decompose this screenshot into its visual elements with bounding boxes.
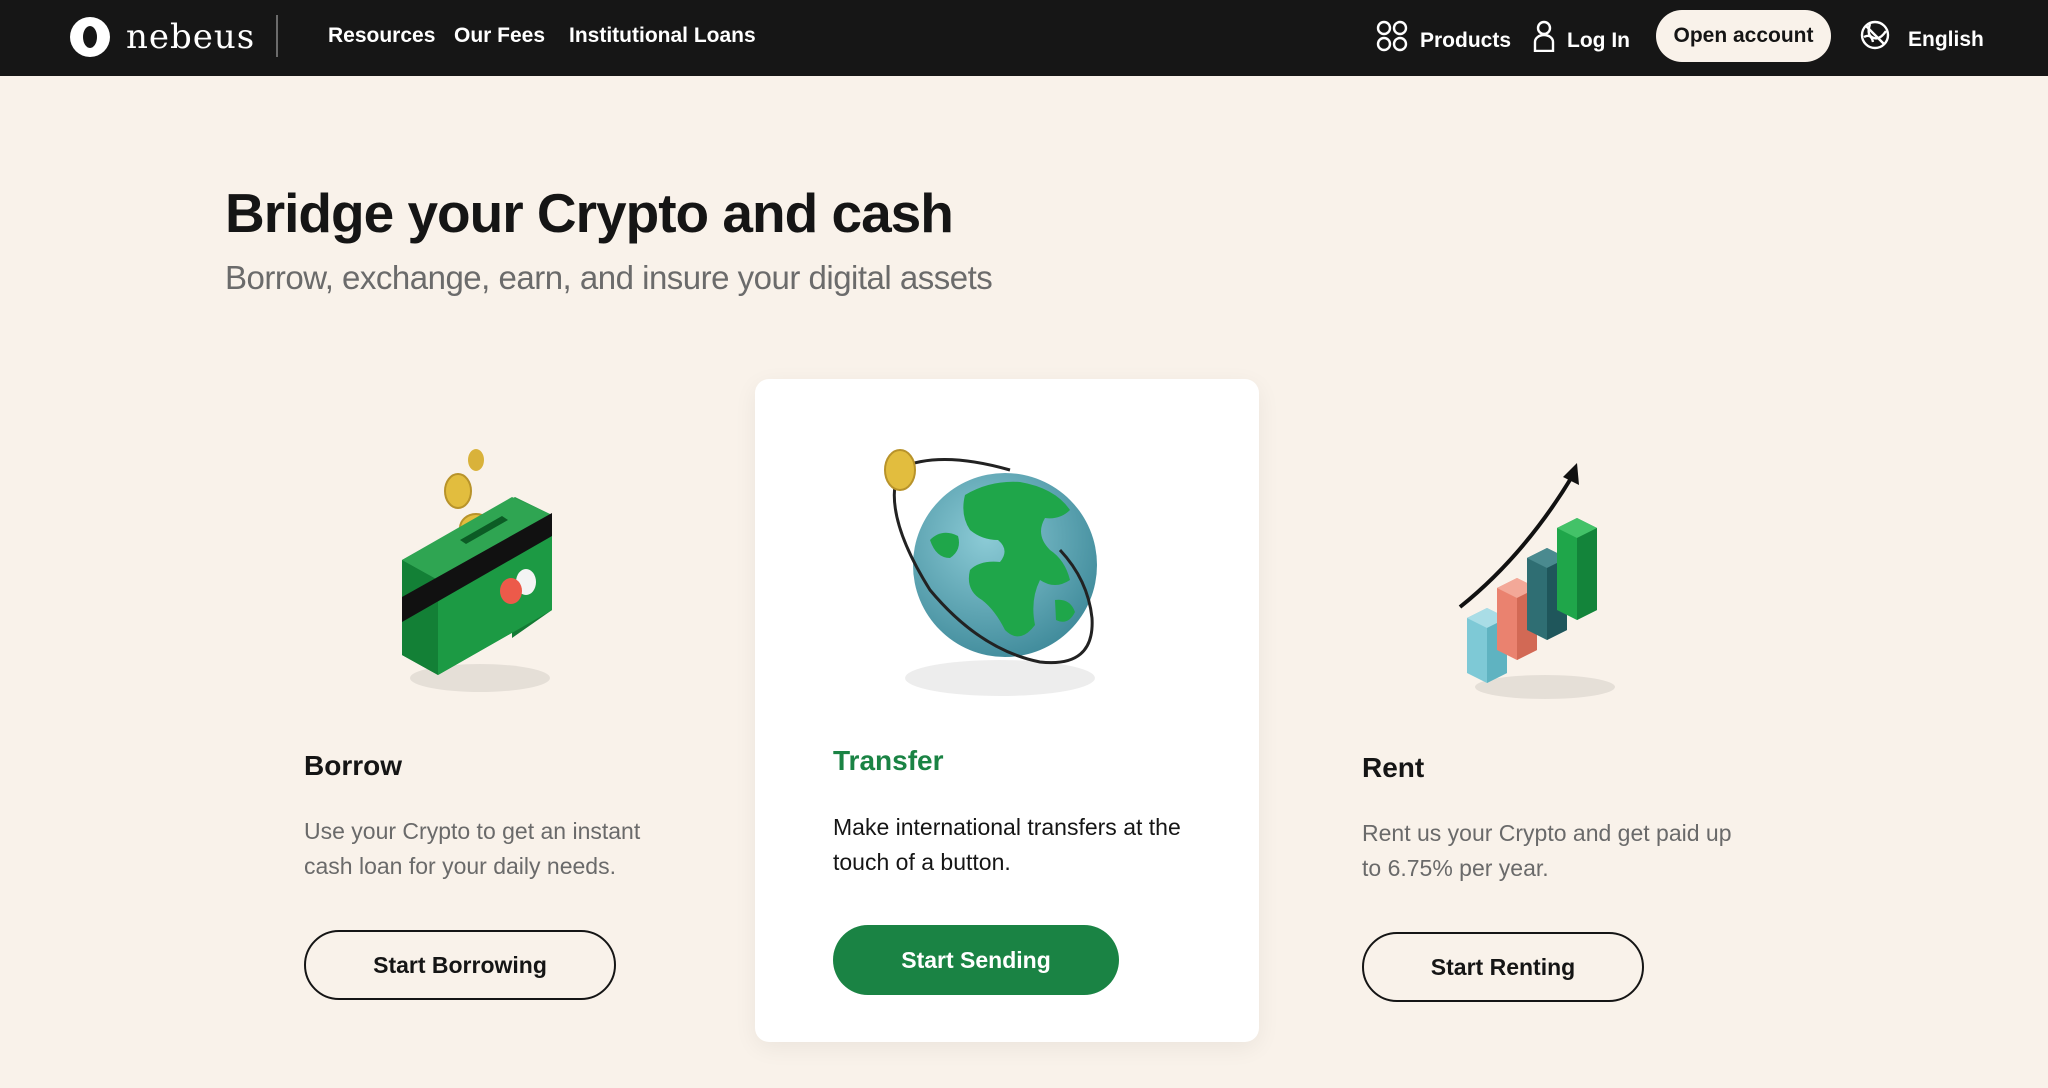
login-link[interactable]: Log In — [1533, 20, 1630, 62]
brand-logo[interactable]: nebeus — [70, 16, 255, 58]
language-label: English — [1908, 28, 1984, 51]
products-menu[interactable]: Products — [1376, 20, 1511, 62]
card-title-borrow: Borrow — [304, 750, 402, 781]
card-title-transfer: Transfer — [833, 745, 944, 776]
growth-chart-illustration — [1445, 455, 1645, 720]
top-navigation-bar: nebeus Resources Our Fees Institutional … — [0, 0, 2048, 76]
card-description-transfer: Make international transfers at the touc… — [833, 814, 1181, 875]
logo-mark-icon — [70, 17, 110, 57]
globe-icon — [1860, 20, 1890, 60]
products-label: Products — [1420, 29, 1512, 52]
nav-link-resources[interactable]: Resources — [328, 20, 435, 52]
language-selector[interactable]: English — [1860, 20, 1984, 60]
start-borrowing-button[interactable]: Start Borrowing — [304, 930, 616, 1000]
page-subtitle: Borrow, exchange, earn, and insure your … — [225, 259, 993, 296]
open-account-button[interactable]: Open account — [1656, 10, 1831, 62]
card-description-rent: Rent us your Crypto and get paid up to 6… — [1362, 820, 1732, 881]
nav-link-our-fees[interactable]: Our Fees — [454, 20, 545, 52]
card-description-borrow: Use your Crypto to get an instant cash l… — [304, 818, 641, 879]
brand-name: nebeus — [126, 17, 256, 57]
header-divider — [276, 15, 278, 57]
start-sending-button[interactable]: Start Sending — [833, 925, 1119, 995]
nav-link-institutional-loans[interactable]: Institutional Loans — [569, 20, 756, 52]
grid-icon — [1376, 20, 1408, 62]
login-label: Log In — [1567, 29, 1630, 52]
page-title: Bridge your Crypto and cash — [225, 182, 954, 244]
globe-illustration — [870, 440, 1130, 705]
card-title-rent: Rent — [1362, 752, 1425, 783]
start-renting-button[interactable]: Start Renting — [1362, 932, 1644, 1002]
wallet-illustration — [380, 440, 580, 715]
user-icon — [1533, 20, 1555, 62]
